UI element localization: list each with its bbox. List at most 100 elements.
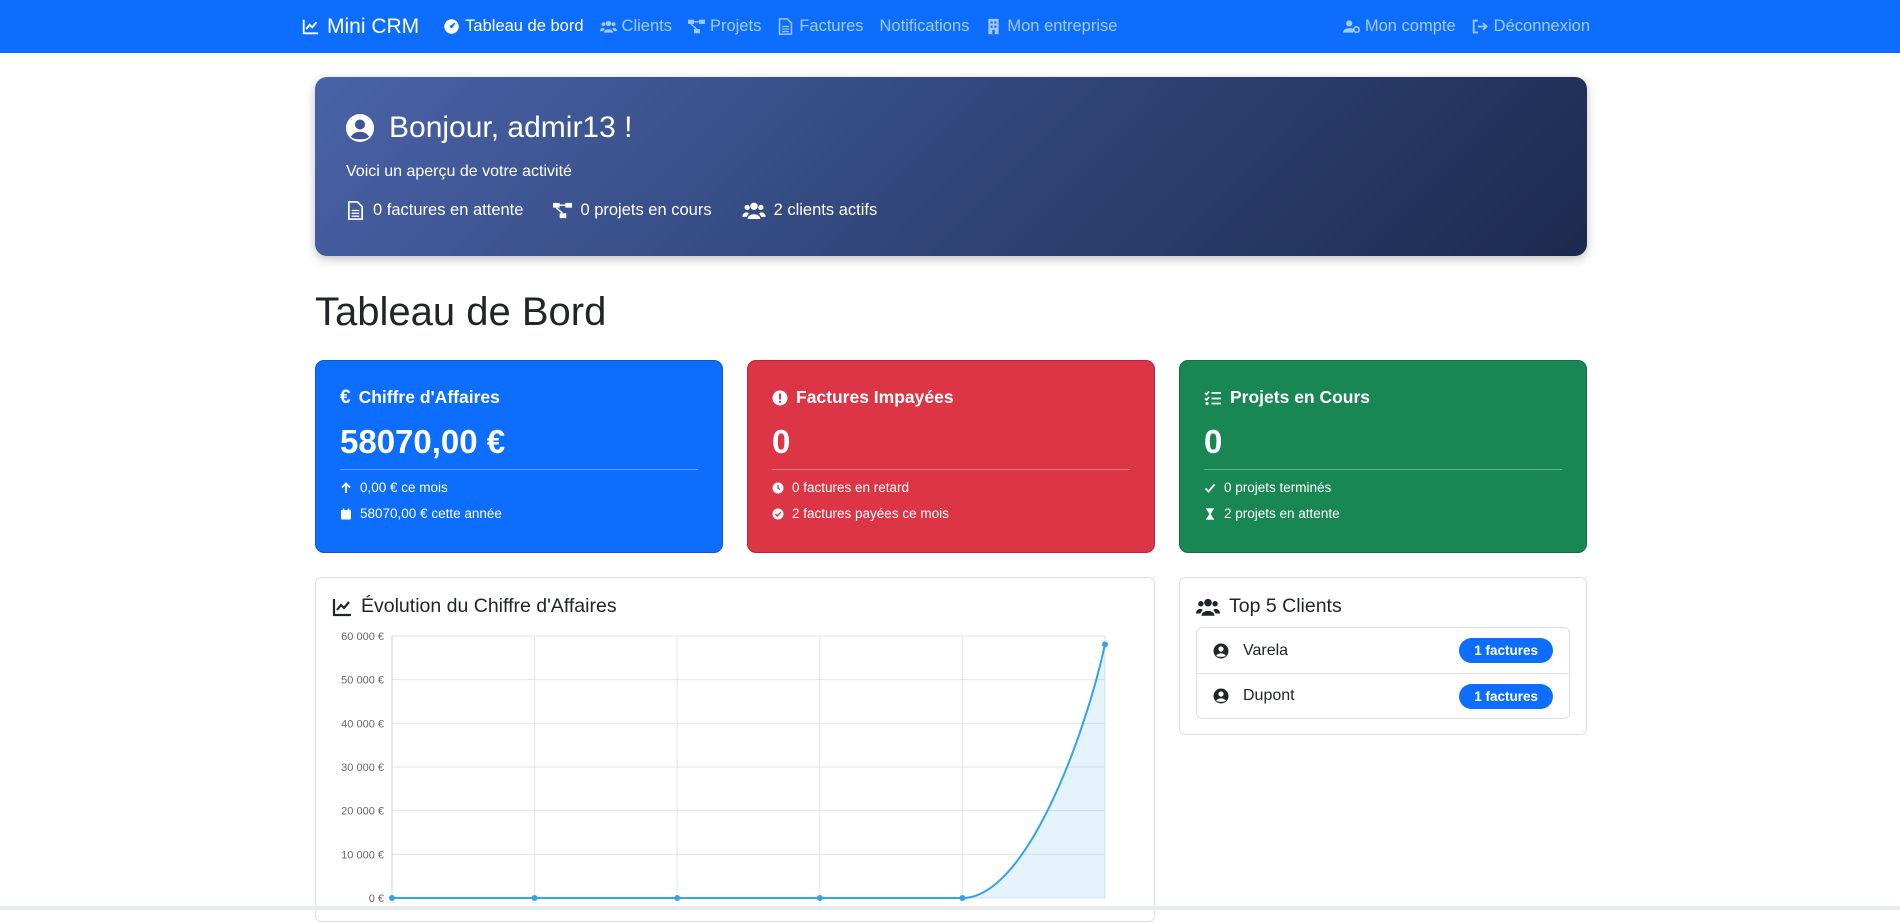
nav-clients-label: Clients (621, 17, 672, 35)
series-line (392, 644, 1106, 899)
brand-link[interactable]: Mini CRM (302, 15, 419, 39)
revenue-chart: 0 € 10 000 € 20 000 € 30 000 € 40 000 € 50 00… (341, 631, 1108, 905)
invoice-count-badge: 1 factures (1459, 638, 1553, 663)
dashboard-icon (443, 18, 460, 35)
clock-icon (772, 482, 784, 494)
projects-done-line: 0 projets terminés (1204, 480, 1331, 495)
revenue-month-text: 0,00 € ce mois (360, 480, 448, 495)
nav-mon-compte[interactable]: Mon compte (1342, 17, 1456, 36)
users-icon (599, 18, 617, 35)
hourglass-icon (1204, 507, 1216, 520)
data-point (674, 895, 681, 901)
arrow-up-icon (340, 481, 352, 494)
unpaid-invoices-card: Factures Impayées 0 0 factures en retard… (747, 360, 1155, 553)
stat-projects-in-progress: 0 projets en cours (553, 201, 712, 220)
unpaid-card-title-text: Factures Impayées (796, 387, 954, 407)
nav-notifications[interactable]: Notifications (880, 17, 970, 36)
projects-card-title-text: Projets en Cours (1230, 387, 1371, 407)
card-divider (340, 469, 698, 470)
revenue-card-title: € Chiffre d'Affaires (340, 387, 500, 408)
tasks-icon (1204, 390, 1222, 406)
exclamation-circle-icon (772, 390, 788, 406)
building-icon (985, 18, 1002, 35)
nav-factures[interactable]: Factures (777, 17, 864, 36)
projects-waiting-line: 2 projets en attente (1204, 506, 1340, 521)
unpaid-card-title: Factures Impayées (772, 387, 954, 408)
client-name: Varela (1243, 641, 1289, 659)
project-diagram-icon (687, 18, 705, 35)
invoice-icon (777, 18, 794, 35)
revenue-card-title-text: Chiffre d'Affaires (358, 387, 500, 407)
revenue-month-line: 0,00 € ce mois (340, 480, 448, 495)
nav-factures-label: Factures (799, 17, 864, 35)
user-circle-icon (1213, 643, 1229, 659)
chart-panel-title-text: Évolution du Chiffre d'Affaires (361, 595, 617, 617)
welcome-title: Bonjour, admir13 ! (389, 111, 633, 144)
projects-value: 0 (1204, 423, 1223, 460)
page-title: Tableau de Bord (315, 290, 607, 334)
invoice-icon (346, 201, 365, 220)
nav-deconnexion[interactable]: Déconnexion (1472, 17, 1590, 36)
nav-entreprise[interactable]: Mon entreprise (985, 17, 1117, 36)
stat-active-clients: 2 clients actifs (741, 201, 878, 220)
nav-notifications-label: Notifications (879, 17, 970, 35)
revenue-value: 58070,00 € (340, 423, 506, 460)
unpaid-value: 0 (772, 423, 791, 460)
line-chart-icon (332, 597, 352, 617)
list-item[interactable]: Dupont 1 factures (1197, 673, 1569, 718)
y-tick-label: 60 000 € (341, 631, 384, 643)
data-point (389, 895, 395, 901)
stat-pending-invoices-text: 0 factures en attente (373, 201, 524, 219)
nav-mon-compte-label: Mon compte (1364, 17, 1456, 35)
projects-waiting-text: 2 projets en attente (1224, 506, 1340, 521)
invoice-count-badge: 1 factures (1459, 683, 1553, 709)
projects-done-text: 0 projets terminés (1224, 480, 1332, 495)
check-circle-icon (772, 508, 784, 520)
data-point (816, 895, 823, 901)
unpaid-late-text: 0 factures en retard (792, 480, 910, 495)
user-circle-icon (345, 113, 375, 143)
calendar-icon (340, 508, 352, 520)
nav-dashboard[interactable]: Tableau de bord (443, 17, 584, 36)
nav-projets-label: Projets (709, 17, 762, 35)
y-tick-label: 40 000 € (341, 718, 384, 730)
navbar-container: Mini CRM Tableau de bord Clients Projets… (302, 0, 1590, 53)
unpaid-paid-line: 2 factures payées ce mois (772, 506, 949, 521)
chart-panel-title: Évolution du Chiffre d'Affaires (332, 595, 617, 618)
brand-label: Mini CRM (327, 14, 420, 38)
card-divider (1204, 469, 1562, 470)
line-chart-icon (302, 18, 319, 35)
nav-entreprise-label: Mon entreprise (1007, 17, 1118, 35)
stat-projects-text: 0 projets en cours (580, 201, 712, 219)
nav-projets[interactable]: Projets (687, 17, 762, 36)
y-tick-label: 20 000 € (341, 806, 384, 818)
top-clients-title-text: Top 5 Clients (1229, 595, 1342, 617)
data-point (959, 895, 966, 901)
project-diagram-icon (553, 201, 573, 220)
projects-card-title: Projets en Cours (1204, 387, 1370, 408)
nav-deconnexion-label: Déconnexion (1493, 17, 1590, 35)
revenue-year-line: 58070,00 € cette année (340, 506, 502, 521)
logout-icon (1472, 18, 1489, 35)
card-divider (772, 469, 1130, 470)
y-tick-label: 50 000 € (341, 675, 384, 687)
nav-clients[interactable]: Clients (599, 17, 672, 36)
list-item[interactable]: Varela 1 factures (1197, 628, 1569, 673)
user-circle-icon (1213, 688, 1229, 704)
euro-icon: € (340, 387, 351, 408)
projects-card: Projets en Cours 0 0 projets terminés 2 … (1179, 360, 1587, 553)
revenue-card: € Chiffre d'Affaires 58070,00 € 0,00 € c… (315, 360, 723, 553)
users-icon (741, 201, 766, 220)
client-name: Dupont (1243, 687, 1295, 704)
welcome-stats: 0 factures en attente 0 projets en cours… (346, 201, 877, 220)
stat-pending-invoices: 0 factures en attente (346, 201, 523, 220)
series-area (392, 644, 1105, 898)
welcome-banner: Bonjour, admir13 ! Voici un aperçu de vo… (315, 77, 1587, 256)
y-tick-label: 10 000 € (341, 849, 384, 861)
y-tick-label: 0 € (369, 893, 384, 905)
check-icon (1204, 482, 1216, 494)
stat-clients-text: 2 clients actifs (773, 201, 878, 219)
top-clients-panel: Top 5 Clients Varela 1 factures Dupont 1… (1179, 577, 1587, 735)
unpaid-late-line: 0 factures en retard (772, 480, 909, 495)
navbar-right: Mon compte Déconnexion (1327, 17, 1590, 36)
